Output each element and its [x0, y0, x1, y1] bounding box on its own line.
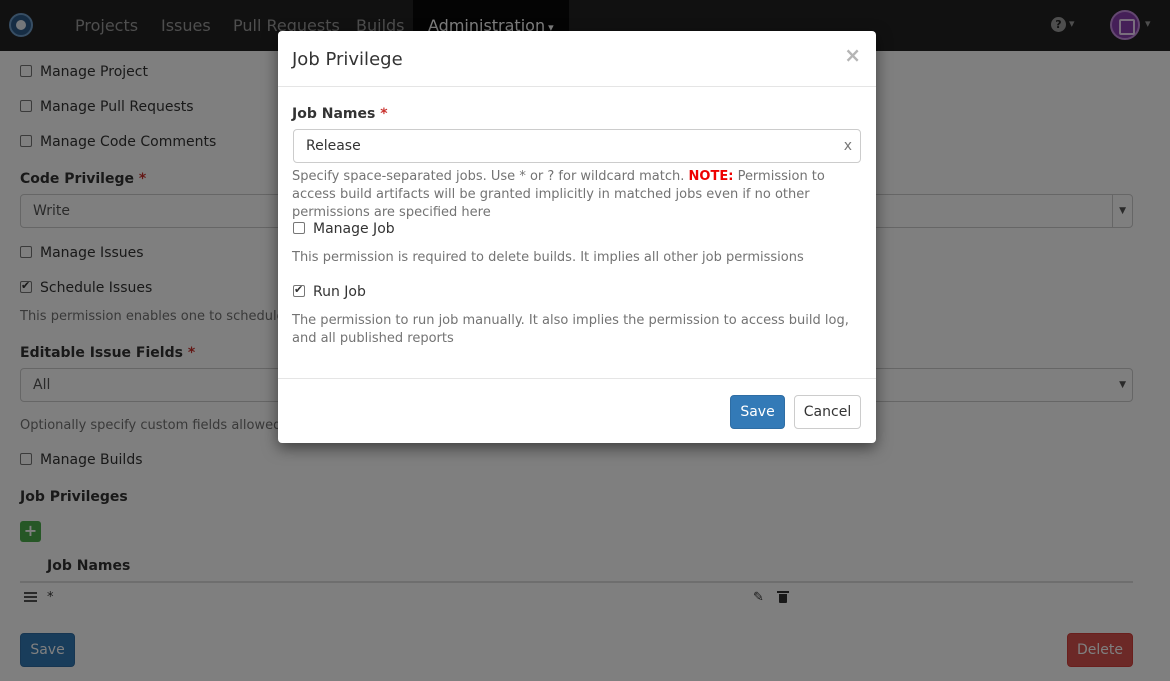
- clear-icon[interactable]: x: [844, 130, 852, 162]
- close-icon[interactable]: ×: [844, 43, 861, 67]
- manage-job-label: Manage Job: [313, 221, 395, 237]
- modal-header: Job Privilege ×: [278, 31, 876, 87]
- checkbox-icon[interactable]: [293, 222, 305, 234]
- modal-save-button[interactable]: Save: [730, 395, 785, 429]
- job-names-text: Job Names: [292, 106, 376, 122]
- job-names-help-note: NOTE:: [688, 169, 734, 184]
- job-privilege-modal: Job Privilege × Job Names * Release x Sp…: [278, 31, 876, 443]
- modal-footer: Save Cancel: [278, 378, 876, 443]
- job-names-help-text: Specify space-separated jobs. Use * or ?…: [292, 169, 685, 184]
- manage-job-help: This permission is required to delete bu…: [292, 250, 804, 265]
- run-job-checkbox[interactable]: Run Job: [293, 283, 366, 300]
- checkbox-icon[interactable]: [293, 283, 305, 297]
- run-job-help: The permission to run job manually. It a…: [292, 313, 849, 346]
- job-names-help: Specify space-separated jobs. Use * or ?…: [292, 168, 862, 222]
- modal-title: Job Privilege: [292, 49, 403, 70]
- job-names-input[interactable]: Release x: [293, 129, 861, 163]
- job-names-label: Job Names *: [292, 106, 388, 122]
- required-marker: *: [380, 106, 388, 122]
- modal-cancel-button[interactable]: Cancel: [794, 395, 861, 429]
- manage-job-checkbox[interactable]: Manage Job: [293, 221, 395, 237]
- job-names-value: Release: [306, 138, 361, 154]
- run-job-label: Run Job: [313, 284, 366, 300]
